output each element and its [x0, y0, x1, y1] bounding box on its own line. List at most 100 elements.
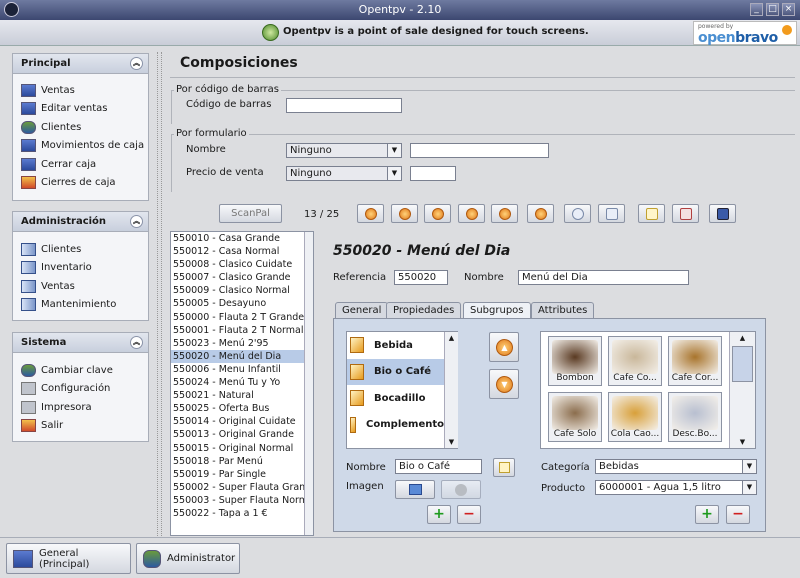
list-item[interactable]: 550006 - Menu Infantil — [171, 363, 313, 376]
next-page-button[interactable] — [458, 204, 485, 223]
arrow-down-icon: ▼ — [448, 438, 455, 446]
scanpal-button[interactable]: ScanPal — [219, 204, 282, 223]
refresh-button[interactable] — [527, 204, 554, 223]
product-tile[interactable]: Desc.Bo... — [668, 392, 722, 442]
subgroup-item[interactable]: Complemento — [347, 412, 444, 439]
menu-editar-ventas[interactable]: Editar ventas — [13, 100, 148, 119]
close-button[interactable]: × — [782, 3, 795, 16]
tab-propiedades[interactable]: Propiedades — [386, 302, 462, 318]
user-button[interactable]: Administrator — [136, 543, 240, 574]
menu-inventario[interactable]: Inventario — [13, 259, 148, 278]
menu-impresora[interactable]: Impresora — [13, 398, 148, 417]
add-group-button[interactable]: + — [427, 505, 451, 524]
remove-product-button[interactable]: − — [726, 505, 750, 524]
menu-salir[interactable]: Salir — [13, 417, 148, 436]
move-up-button[interactable]: ▲ — [489, 332, 519, 362]
splitter[interactable] — [157, 52, 162, 536]
name-filter-input[interactable] — [410, 143, 549, 158]
search-button[interactable] — [564, 204, 591, 223]
subgroup-scrollbar[interactable]: ▲ ▼ — [444, 332, 458, 448]
list-item[interactable]: 550014 - Original Cuidate — [171, 415, 313, 428]
principal-header[interactable]: Principal ︽ — [13, 54, 148, 74]
list-item[interactable]: 550001 - Flauta 2 T Normal — [171, 324, 313, 337]
detail-name-input[interactable]: Menú del Dia — [518, 270, 689, 285]
menu-configuracion[interactable]: Configuración — [13, 380, 148, 399]
menu-cierres-de-caja[interactable]: Cierres de caja — [13, 174, 148, 193]
product-tile[interactable]: Cafe Co... — [608, 336, 662, 386]
menu-admin-clientes[interactable]: Clientes — [13, 240, 148, 259]
product-tile[interactable]: Cafe Cor... — [668, 336, 722, 386]
name-operator-select[interactable]: Ninguno ▼ — [286, 143, 402, 158]
menu-admin-ventas[interactable]: Ventas — [13, 277, 148, 296]
tab-subgrupos[interactable]: Subgrupos — [463, 302, 531, 318]
list-item[interactable]: 550003 - Super Flauta Normal — [171, 494, 313, 507]
group-name-input[interactable]: Bio o Café — [395, 459, 482, 474]
menu-ventas[interactable]: Ventas — [13, 81, 148, 100]
delete-record-button[interactable] — [672, 204, 699, 223]
move-down-button[interactable]: ▼ — [489, 369, 519, 399]
list-item[interactable]: 550007 - Clasico Grande — [171, 271, 313, 284]
last-record-button[interactable] — [491, 204, 518, 223]
category-select[interactable]: Bebidas ▼ — [595, 459, 757, 474]
sistema-panel: Sistema ︽ Cambiar clave Configuración Imp… — [12, 332, 149, 442]
product-scrollbar[interactable]: ▲ ▼ — [729, 332, 755, 448]
open-image-button[interactable] — [395, 480, 435, 499]
list-item[interactable]: 550000 - Flauta 2 T Grande — [171, 311, 313, 324]
list-item[interactable]: 550012 - Casa Normal — [171, 245, 313, 258]
list-item[interactable]: 550002 - Super Flauta Grande — [171, 481, 313, 494]
list-item[interactable]: 550023 - Menú 2'95 — [171, 337, 313, 350]
add-product-button[interactable]: + — [695, 505, 719, 524]
tab-attributes[interactable]: Attributes — [531, 302, 595, 318]
administracion-header[interactable]: Administración ︽ — [13, 212, 148, 232]
menu-clientes[interactable]: Clientes — [13, 118, 148, 137]
list-item[interactable]: 550018 - Par Menú — [171, 455, 313, 468]
menu-cambiar-clave[interactable]: Cambiar clave — [13, 361, 148, 380]
menu-cerrar-caja[interactable]: Cerrar caja — [13, 155, 148, 174]
sort-button[interactable] — [598, 204, 625, 223]
menu-mantenimiento[interactable]: Mantenimiento — [13, 296, 148, 315]
list-item[interactable]: 550021 - Natural — [171, 389, 313, 402]
save-record-button[interactable] — [709, 204, 736, 223]
list-item[interactable]: 550019 - Par Single — [171, 468, 313, 481]
maximize-button[interactable]: □ — [766, 3, 779, 16]
product-tile[interactable]: Bombon — [548, 336, 602, 386]
group-name-edit-button[interactable] — [493, 458, 515, 477]
clear-image-button[interactable] — [441, 480, 481, 499]
subgroup-item[interactable]: Bebida — [347, 332, 444, 359]
sistema-header[interactable]: Sistema ︽ — [13, 333, 148, 353]
subgroup-item[interactable]: Bio o Café — [347, 358, 444, 385]
price-filter-input[interactable] — [410, 166, 456, 181]
composition-list[interactable]: 550010 - Casa Grande 550012 - Casa Normal… — [170, 231, 314, 536]
down-button[interactable] — [424, 204, 451, 223]
list-item[interactable]: 550010 - Casa Grande — [171, 232, 313, 245]
subgroup-item[interactable]: Bocadillo — [347, 385, 444, 412]
subgroup-list[interactable]: Bebida Bio o Café Bocadillo Complemento ▲ ▼ — [346, 331, 458, 449]
minimize-button[interactable]: _ — [750, 3, 763, 16]
list-item[interactable]: 550020 - Menú del Dia — [171, 349, 313, 363]
list-item[interactable]: 550009 - Clasico Normal — [171, 284, 313, 297]
list-item[interactable]: 550013 - Original Grande — [171, 428, 313, 441]
people-icon — [21, 120, 36, 134]
list-item[interactable]: 550024 - Menú Tu y Yo — [171, 376, 313, 389]
price-operator-select[interactable]: Ninguno ▼ — [286, 166, 402, 181]
new-record-button[interactable] — [638, 204, 665, 223]
menu-movimientos-de-caja[interactable]: Movimientos de caja — [13, 137, 148, 156]
list-item[interactable]: 550025 - Oferta Bus — [171, 402, 313, 415]
list-item[interactable]: 550008 - Clasico Cuidate — [171, 258, 313, 271]
list-item[interactable]: 550022 - Tapa a 1 € — [171, 507, 313, 520]
product-tile[interactable]: Cafe Solo — [548, 392, 602, 442]
remove-group-button[interactable]: − — [457, 505, 481, 524]
list-item[interactable]: 550015 - Original Normal — [171, 442, 313, 455]
product-grid[interactable]: Bombon Cafe Co... Cafe Cor... Cafe Solo Cola… — [540, 331, 756, 449]
reference-input[interactable]: 550020 — [394, 270, 448, 285]
first-record-button[interactable] — [357, 204, 384, 223]
product-select[interactable]: 6000001 - Agua 1,5 litro ▼ — [595, 480, 757, 495]
tab-general[interactable]: General — [335, 302, 389, 318]
list-scrollbar[interactable] — [304, 232, 313, 535]
previous-page-button[interactable] — [391, 204, 418, 223]
product-image — [612, 396, 658, 430]
barcode-input[interactable] — [286, 98, 402, 113]
list-item[interactable]: 550005 - Desayuno — [171, 297, 313, 310]
general-principal-button[interactable]: General (Principal) — [6, 543, 131, 574]
product-tile[interactable]: Cola Cao... — [608, 392, 662, 442]
